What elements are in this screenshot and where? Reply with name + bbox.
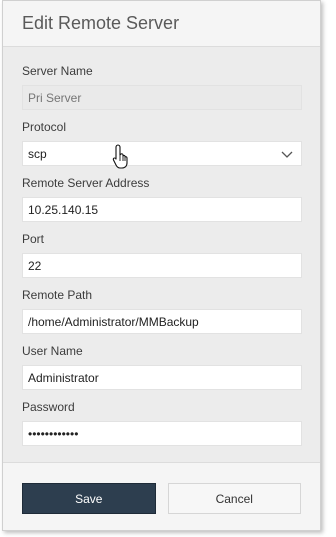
user-name-label: User Name <box>22 344 83 358</box>
remote-path-label: Remote Path <box>22 288 93 302</box>
protocol-selected-value: scp <box>28 146 47 161</box>
remote-address-input[interactable] <box>22 197 302 222</box>
password-input[interactable] <box>22 421 302 446</box>
dialog-footer: Save Cancel <box>3 463 320 531</box>
protocol-label: Protocol <box>22 120 67 134</box>
hand-cursor-icon <box>112 144 128 169</box>
remote-path-input[interactable] <box>22 309 302 334</box>
password-label: Password <box>22 400 75 414</box>
server-name-label: Server Name <box>22 64 93 78</box>
edit-remote-server-dialog: Edit Remote Server Server Name Protocol … <box>2 0 321 531</box>
server-name-field: Server Name <box>22 63 302 119</box>
password-field: Password <box>22 399 302 455</box>
remote-path-field: Remote Path <box>22 287 302 343</box>
remote-address-field: Remote Server Address <box>22 175 302 231</box>
server-name-input <box>22 85 302 110</box>
remote-address-label: Remote Server Address <box>22 176 150 190</box>
cancel-button[interactable]: Cancel <box>167 483 301 514</box>
user-name-input[interactable] <box>22 365 302 390</box>
dialog-body: Server Name Protocol scp Remote Server A… <box>3 47 320 463</box>
user-name-field: User Name <box>22 343 302 399</box>
protocol-select[interactable]: scp <box>22 141 302 166</box>
dialog-header: Edit Remote Server <box>3 1 320 47</box>
save-button[interactable]: Save <box>22 483 156 514</box>
port-field: Port <box>22 231 302 287</box>
port-input[interactable] <box>22 253 302 278</box>
dialog-title: Edit Remote Server <box>22 13 180 33</box>
protocol-field: Protocol scp <box>22 119 302 175</box>
chevron-down-icon <box>281 151 293 158</box>
port-label: Port <box>22 232 45 246</box>
